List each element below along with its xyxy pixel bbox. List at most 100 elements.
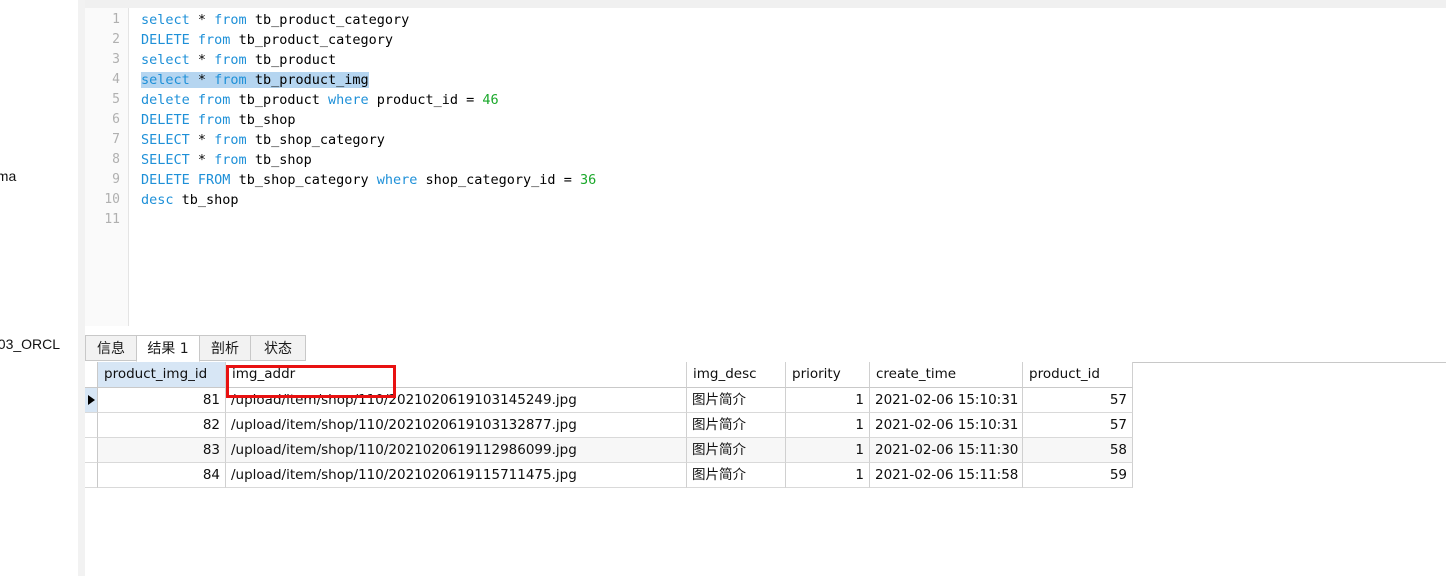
code-token: from (197, 112, 231, 128)
column-header-product_id[interactable]: product_id (1023, 362, 1133, 388)
cell-product_img_id[interactable]: 84 (98, 463, 226, 488)
cell-product_id[interactable]: 57 (1023, 388, 1133, 413)
table-row[interactable]: 81/upload/item/shop/110/2021020619103145… (85, 388, 1133, 413)
results-panel: 信息 结果 1 剖析 状态 product_img_id img_addr img_des… (85, 326, 1446, 576)
cell-img_addr[interactable]: /upload/item/shop/110/202102061911571147… (226, 463, 687, 488)
code-token: desc (141, 192, 174, 208)
code-line[interactable]: select * from tb_product (141, 50, 336, 70)
cell-create_time[interactable]: 2021-02-06 15:10:31 (870, 388, 1023, 413)
line-number: 8 (112, 152, 120, 167)
code-line[interactable]: SELECT * from tb_shop_category (141, 130, 385, 150)
cell-img_desc[interactable]: 图片简介 (687, 413, 786, 438)
column-header-product_img_id[interactable]: product_img_id (98, 362, 226, 388)
connection-label-fragment: 303_ORCL (0, 336, 61, 352)
code-token: tb_product_img (246, 72, 369, 88)
results-tab-3[interactable]: 剖析 (199, 335, 251, 361)
row-selector[interactable] (85, 463, 98, 488)
table-row[interactable]: 84/upload/item/shop/110/2021020619115711… (85, 463, 1133, 488)
code-token: tb_shop (246, 152, 312, 168)
current-row-arrow-icon (88, 395, 95, 405)
code-token: * (189, 52, 215, 68)
line-number: 11 (104, 212, 120, 227)
results-tab-2[interactable]: 结果 1 (136, 335, 200, 362)
cell-priority[interactable]: 1 (786, 413, 870, 438)
code-token: from (214, 72, 247, 88)
code-token: from (214, 132, 247, 148)
code-token: delete (141, 92, 190, 108)
line-number: 2 (112, 32, 120, 47)
code-token: product_id = (368, 92, 483, 108)
cell-product_id[interactable]: 58 (1023, 438, 1133, 463)
left-panel-fragment: ema 303_ORCL (0, 0, 78, 576)
line-number: 9 (112, 172, 120, 187)
column-header-create_time[interactable]: create_time (870, 362, 1023, 388)
results-grid[interactable]: product_img_id img_addr img_desc priority cr… (85, 362, 1133, 488)
row-selector[interactable] (85, 438, 98, 463)
code-line[interactable]: DELETE from tb_product_category (141, 30, 393, 50)
code-token: * (189, 12, 215, 28)
code-line[interactable]: select * from tb_product_img (141, 70, 369, 90)
cell-priority[interactable]: 1 (786, 463, 870, 488)
column-header-img_desc[interactable]: img_desc (687, 362, 786, 388)
code-token: from (214, 52, 247, 68)
code-token: 46 (482, 92, 499, 108)
code-token: from (197, 32, 231, 48)
cell-priority[interactable]: 1 (786, 388, 870, 413)
cell-product_img_id[interactable]: 81 (98, 388, 226, 413)
line-number: 4 (112, 72, 120, 87)
code-line[interactable]: select * from tb_product_category (141, 10, 409, 30)
code-token: select (141, 12, 190, 28)
results-tabbar: 信息 结果 1 剖析 状态 (85, 335, 1446, 363)
code-line[interactable]: SELECT * from tb_shop (141, 150, 312, 170)
cell-create_time[interactable]: 2021-02-06 15:10:31 (870, 413, 1023, 438)
code-token: select (141, 52, 190, 68)
line-number: 6 (112, 112, 120, 127)
cell-create_time[interactable]: 2021-02-06 15:11:30 (870, 438, 1023, 463)
column-header-img_addr[interactable]: img_addr (226, 362, 687, 388)
line-number: 7 (112, 132, 120, 147)
column-header-priority[interactable]: priority (786, 362, 870, 388)
code-line[interactable]: delete from tb_product where product_id … (141, 90, 499, 110)
code-token: tb_shop_category (230, 172, 377, 188)
sql-editor[interactable]: 1 2 3 4 5 6 7 8 9 10 11 select * from tb_product_c… (85, 8, 1446, 326)
code-token: tb_shop (230, 112, 296, 128)
code-token: from (214, 152, 247, 168)
cell-create_time[interactable]: 2021-02-06 15:11:58 (870, 463, 1023, 488)
editor-code-area[interactable]: select * from tb_product_category DELETE … (129, 8, 1446, 326)
line-number: 10 (104, 192, 120, 207)
schema-label-fragment: ema (0, 168, 17, 184)
code-token: DELETE (141, 172, 190, 188)
cell-product_img_id[interactable]: 82 (98, 413, 226, 438)
cell-product_id[interactable]: 59 (1023, 463, 1133, 488)
table-row[interactable]: 82/upload/item/shop/110/2021020619103132… (85, 413, 1133, 438)
row-selector[interactable] (85, 413, 98, 438)
code-token: tb_shop (173, 192, 239, 208)
cell-img_addr[interactable]: /upload/item/shop/110/202102061910313287… (226, 413, 687, 438)
cell-img_desc[interactable]: 图片简介 (687, 438, 786, 463)
cell-img_addr[interactable]: /upload/item/shop/110/202102061910314524… (226, 388, 687, 413)
cell-product_id[interactable]: 57 (1023, 413, 1133, 438)
results-tab-4[interactable]: 状态 (250, 335, 306, 361)
cell-img_addr[interactable]: /upload/item/shop/110/202102061911298609… (226, 438, 687, 463)
editor-gutter: 1 2 3 4 5 6 7 8 9 10 11 (85, 8, 129, 326)
results-tab-1[interactable]: 信息 (85, 335, 137, 361)
panel-divider[interactable] (78, 0, 85, 576)
cell-priority[interactable]: 1 (786, 438, 870, 463)
cell-img_desc[interactable]: 图片简介 (687, 388, 786, 413)
cell-product_img_id[interactable]: 83 (98, 438, 226, 463)
code-token: from (197, 92, 231, 108)
code-token: * (189, 152, 215, 168)
row-selector[interactable] (85, 388, 98, 413)
code-token: tb_product (246, 52, 337, 68)
code-token: where (327, 92, 369, 108)
code-token: SELECT (141, 152, 190, 168)
line-number: 5 (112, 92, 120, 107)
table-row[interactable]: 83/upload/item/shop/110/2021020619112986… (85, 438, 1133, 463)
code-line[interactable]: DELETE from tb_shop (141, 110, 295, 130)
code-line[interactable]: desc tb_shop (141, 190, 239, 210)
cell-img_desc[interactable]: 图片简介 (687, 463, 786, 488)
code-line[interactable]: DELETE FROM tb_shop_category where shop_… (141, 170, 596, 190)
